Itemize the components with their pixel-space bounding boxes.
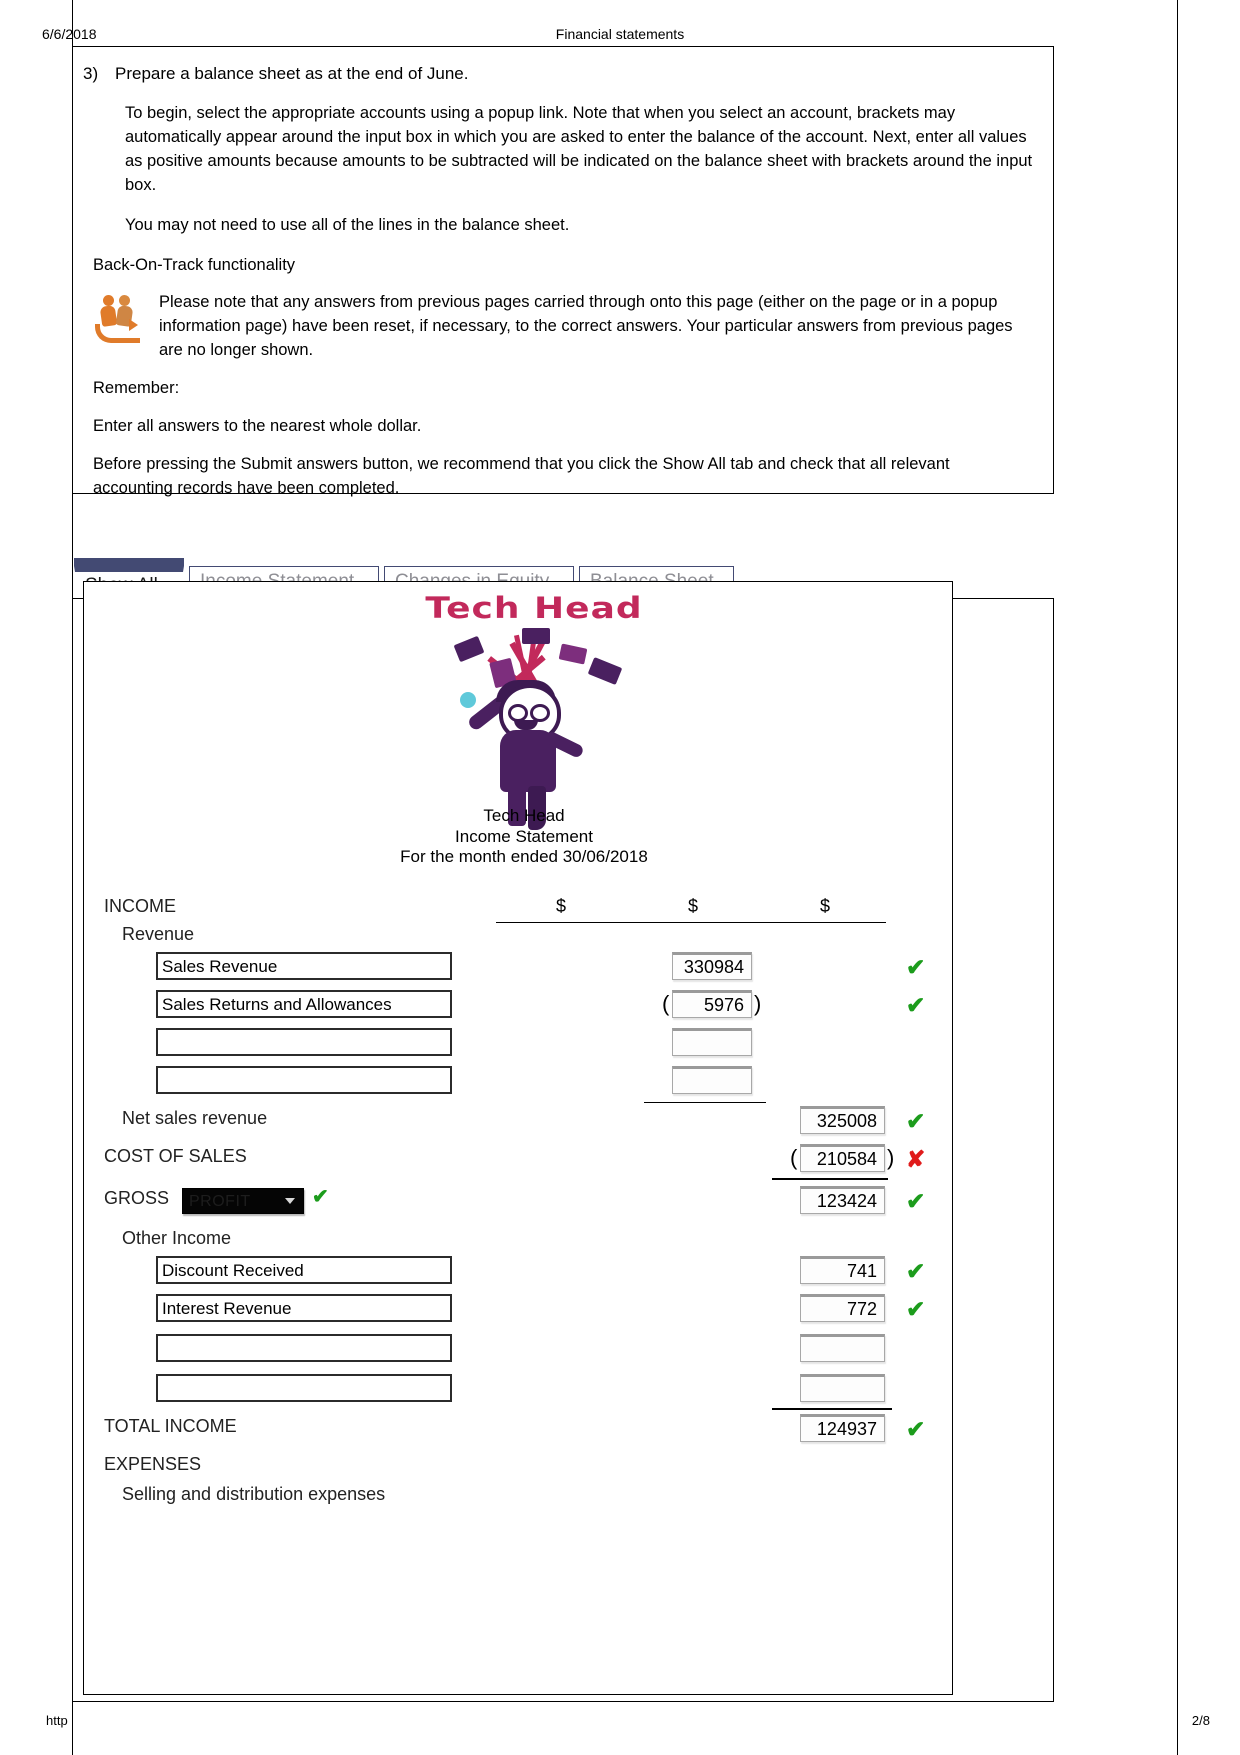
back-on-track-note: Please note that any answers from previo… <box>159 293 1013 360</box>
table-row: Discount Received 741 ✔ <box>84 1254 954 1292</box>
tech-head-logo: Tech Head <box>404 588 664 830</box>
income-section-label: INCOME <box>104 896 176 916</box>
total-income-label: TOTAL INCOME <box>104 1416 237 1436</box>
account-select-blank[interactable] <box>156 1066 452 1094</box>
status-cross-icon: ✘ <box>906 1146 926 1172</box>
currency-header-1: $ <box>556 896 567 916</box>
print-header: 6/6/2018 Financial statements <box>0 26 1240 48</box>
statement-panel: Tech Head Tech Head Income Statement For… <box>72 581 1054 1702</box>
account-select-discount-received[interactable]: Discount Received <box>156 1256 452 1284</box>
total-income-row: TOTAL INCOME 124937 ✔ <box>84 1412 954 1450</box>
table-row <box>84 1370 954 1412</box>
footer-url: http <box>46 1713 68 1728</box>
other-income-label: Other Income <box>122 1228 232 1248</box>
revenue-subheading-row: Revenue <box>84 922 954 952</box>
gross-label: GROSS <box>104 1188 170 1208</box>
account-select-blank[interactable] <box>156 1334 452 1362</box>
table-row <box>84 1066 954 1104</box>
account-select-sales-returns[interactable]: Sales Returns and Allowances <box>156 990 452 1018</box>
question-number: 3) <box>83 64 99 83</box>
bracket-close: ) <box>754 991 762 1016</box>
currency-header-3: $ <box>820 896 831 916</box>
revenue-label: Revenue <box>122 924 195 944</box>
account-select-sales-revenue[interactable]: Sales Revenue <box>156 952 452 980</box>
amount-input-sales-returns[interactable]: 5976 <box>672 990 752 1018</box>
instruction-paragraph-1: To begin, select the appropriate account… <box>125 103 1033 194</box>
gross-profit-select[interactable]: PROFIT <box>182 1188 304 1214</box>
status-check-icon: ✔ <box>906 1188 926 1214</box>
statement-heading: Tech Head Income Statement For the month… <box>84 806 964 868</box>
back-on-track-note-row: Please note that any answers from previo… <box>93 291 1037 363</box>
table-row: Sales Revenue 330984 ✔ <box>84 952 954 990</box>
instruction-paragraph-2: You may not need to use all of the lines… <box>125 215 570 234</box>
amount-input-blank[interactable] <box>800 1374 885 1402</box>
statement-period: For the month ended 30/06/2018 <box>400 847 648 867</box>
selling-expenses-label: Selling and distribution expenses <box>122 1484 386 1504</box>
currency-header-row: INCOME $ $ $ <box>84 896 954 923</box>
account-select-blank[interactable] <box>156 1028 452 1056</box>
bracket-close: ) <box>887 1145 895 1170</box>
back-on-track-heading: Back-On-Track functionality <box>93 255 296 274</box>
gross-profit-row: GROSS PROFIT ✔ 123424 ✔ <box>84 1180 954 1224</box>
status-check-icon: ✔ <box>906 1258 926 1284</box>
statement-company: Tech Head <box>483 806 565 825</box>
table-row: Sales Returns and Allowances ( 5976 ) ✔ <box>84 990 954 1028</box>
amount-input-interest-revenue[interactable]: 772 <box>800 1294 885 1322</box>
statement-inner-frame: Tech Head Tech Head Income Statement For… <box>83 581 953 1695</box>
subtotal-rule <box>644 1102 766 1103</box>
gross-profit-select-value: PROFIT <box>189 1193 251 1210</box>
amount-input-blank[interactable] <box>800 1334 885 1362</box>
amount-gross-profit[interactable]: 123424 <box>800 1186 885 1214</box>
remember-line: Enter all answers to the nearest whole d… <box>93 417 422 436</box>
currency-header-2: $ <box>688 896 699 916</box>
other-income-subheading-row: Other Income <box>84 1224 954 1254</box>
status-check-icon: ✔ <box>906 1108 926 1134</box>
page-right-rule <box>1177 0 1178 1755</box>
selling-expenses-row: Selling and distribution expenses <box>84 1482 954 1514</box>
back-on-track-icon <box>93 293 149 345</box>
bracket-open: ( <box>790 1145 798 1170</box>
expenses-heading-row: EXPENSES <box>84 1450 954 1482</box>
income-statement-table: INCOME $ $ $ Revenue Sales Revenue 33098… <box>84 896 954 1514</box>
status-check-icon: ✔ <box>906 1296 926 1322</box>
cost-of-sales-row: COST OF SALES ( 210584 ) ✘ <box>84 1142 954 1180</box>
submit-note: Before pressing the Submit answers butto… <box>93 455 950 497</box>
account-select-interest-revenue[interactable]: Interest Revenue <box>156 1294 452 1322</box>
net-sales-label: Net sales revenue <box>122 1108 268 1128</box>
amount-cost-of-sales[interactable]: 210584 <box>800 1144 885 1172</box>
expenses-label: EXPENSES <box>104 1454 202 1474</box>
chevron-down-icon <box>285 1198 295 1204</box>
question-text: Prepare a balance sheet as at the end of… <box>115 64 469 83</box>
amount-input-discount-received[interactable]: 741 <box>800 1256 885 1284</box>
instructions-panel: 3) Prepare a balance sheet as at the end… <box>72 46 1054 497</box>
statement-title: Income Statement <box>455 826 593 846</box>
print-title: Financial statements <box>555 26 685 42</box>
status-check-icon: ✔ <box>906 1416 926 1442</box>
status-check-icon: ✔ <box>906 992 926 1018</box>
status-check-icon: ✔ <box>906 954 926 980</box>
net-sales-row: Net sales revenue 325008 ✔ <box>84 1104 954 1142</box>
table-row: Interest Revenue 772 ✔ <box>84 1292 954 1330</box>
account-select-blank[interactable] <box>156 1374 452 1402</box>
amount-input-blank[interactable] <box>672 1066 752 1094</box>
amount-net-sales-revenue[interactable]: 325008 <box>800 1106 885 1134</box>
status-check-icon: ✔ <box>312 1186 329 1208</box>
total-income-rule <box>772 1408 892 1410</box>
remember-heading: Remember: <box>93 379 180 398</box>
logo-wordmark: Tech Head <box>425 591 643 626</box>
amount-input-blank[interactable] <box>672 1028 752 1056</box>
bracket-open: ( <box>662 991 670 1016</box>
print-footer: http 2/8 <box>0 1713 1240 1733</box>
table-row <box>84 1330 954 1370</box>
cost-of-sales-label: COST OF SALES <box>104 1146 247 1166</box>
amount-input-sales-revenue[interactable]: 330984 <box>672 952 752 980</box>
table-row <box>84 1028 954 1066</box>
amount-total-income[interactable]: 124937 <box>800 1414 885 1442</box>
footer-page-no: 2/8 <box>1191 1713 1210 1728</box>
question-row: 3) Prepare a balance sheet as at the end… <box>83 63 1037 86</box>
